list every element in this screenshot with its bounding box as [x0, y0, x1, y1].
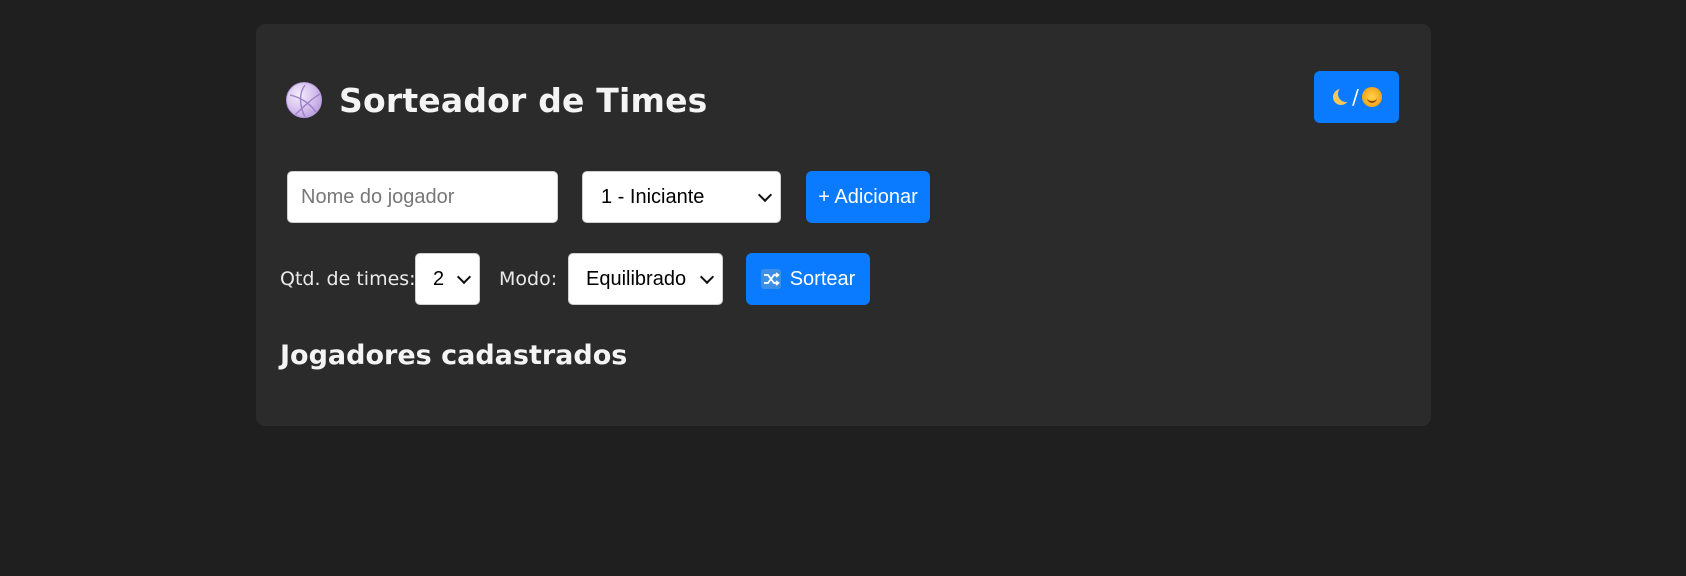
- player-name-input[interactable]: [287, 171, 558, 223]
- mode-value: Equilibrado: [586, 267, 687, 290]
- page-title: Sorteador de Times: [339, 80, 708, 120]
- draw-teams-button[interactable]: Sortear: [746, 253, 870, 305]
- chevron-down-icon: [757, 187, 773, 202]
- teams-count-value: 2: [433, 267, 445, 290]
- chevron-down-icon: [699, 269, 715, 284]
- teams-count-label: Qtd. de times:: [280, 268, 416, 290]
- draw-button-label: Sortear: [789, 267, 856, 290]
- sun-icon: [1361, 87, 1382, 107]
- chevron-down-icon: [456, 269, 472, 284]
- header: Sorteador de Times: [286, 78, 708, 122]
- moon-icon: [1331, 86, 1355, 106]
- mode-label: Modo:: [499, 268, 558, 290]
- add-player-button[interactable]: + Adicionar: [806, 171, 930, 223]
- main-card: Sorteador de Times / 1 - Iniciante + Adi…: [256, 24, 1431, 426]
- volleyball-icon: [286, 82, 322, 118]
- players-section-title: Jogadores cadastrados: [280, 340, 628, 371]
- shuffle-icon: [760, 269, 781, 289]
- theme-toggle-button[interactable]: /: [1314, 71, 1399, 123]
- teams-count-select[interactable]: 2: [415, 253, 480, 305]
- mode-select[interactable]: Equilibrado: [568, 253, 723, 305]
- level-select-value: 1 - Iniciante: [601, 185, 705, 208]
- level-select[interactable]: 1 - Iniciante: [582, 171, 781, 223]
